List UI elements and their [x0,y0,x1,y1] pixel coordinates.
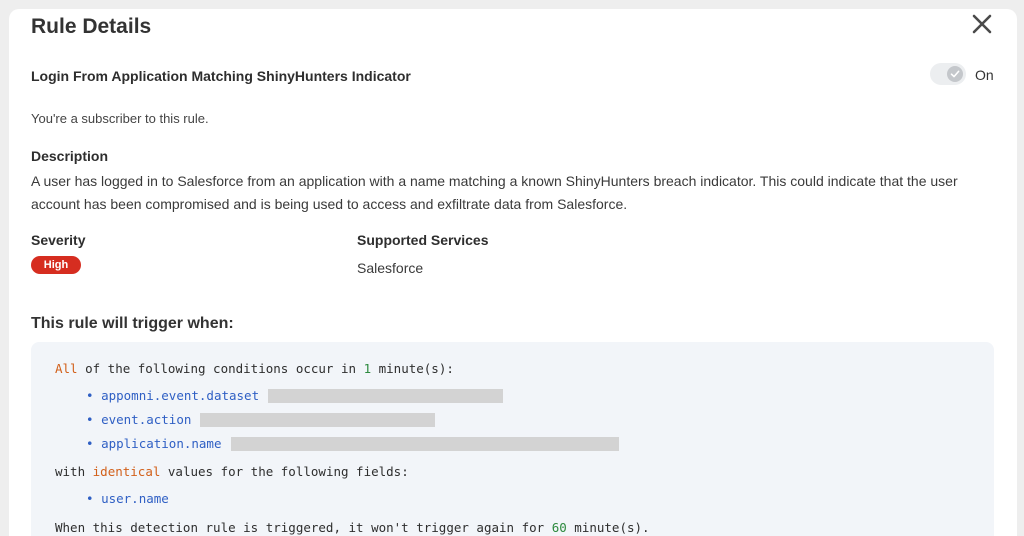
conditions-prefix: of the following conditions occur in [77,361,364,376]
bullet: • [86,491,94,506]
dialog-title: Rule Details [31,15,152,38]
severity-heading: Severity [31,232,86,248]
redacted-value [200,413,435,427]
check-icon [950,70,960,78]
toggle-knob [947,66,963,82]
close-button[interactable] [969,11,995,37]
trigger-heading: This rule will trigger when: [31,315,234,332]
window-value: 1 [363,361,372,376]
condition-item: • event.action [86,412,191,427]
toggle-state-label: On [975,67,994,83]
trigger-conditions-block: All of the following conditions occur in… [31,342,994,536]
group-field: user.name [101,491,169,506]
redacted-value [268,389,503,403]
cooldown-line: When this detection rule is triggered, i… [55,520,650,535]
conditions-suffix: minute(s): [371,361,454,376]
conditions-intro-line: All of the following conditions occur in… [55,361,454,376]
bullet: • [86,436,94,451]
supported-services-heading: Supported Services [357,232,489,248]
condition-item: • application.name [86,436,221,451]
close-icon [972,14,992,34]
bullet: • [86,412,94,427]
quantifier-keyword: All [55,361,78,376]
rule-name: Login From Application Matching ShinyHun… [31,68,411,84]
subscriber-notice: You're a subscriber to this rule. [31,111,209,126]
supported-services-value: Salesforce [357,260,424,276]
condition-item: • appomni.event.dataset [86,388,259,403]
grouping-suffix: values for the following fields: [160,464,409,479]
rule-enabled-toggle[interactable] [930,63,966,85]
cooldown-value: 60 [551,520,567,535]
grouping-line: with identical values for the following … [55,464,409,479]
group-field-item: • user.name [86,491,169,506]
redacted-value [231,437,619,451]
grouping-prefix: with [55,464,93,479]
cooldown-prefix: When this detection rule is triggered, i… [55,520,552,535]
rule-details-dialog: Rule Details Login From Application Matc… [9,9,1017,536]
condition-field: appomni.event.dataset [101,388,260,403]
grouping-keyword: identical [92,464,161,479]
condition-field: event.action [101,412,192,427]
condition-field: application.name [101,436,222,451]
description-text: A user has logged in to Salesforce from … [31,173,958,212]
severity-badge: High [31,256,81,274]
cooldown-suffix: minute(s). [566,520,650,535]
description-heading: Description [31,148,109,164]
bullet: • [86,388,94,403]
